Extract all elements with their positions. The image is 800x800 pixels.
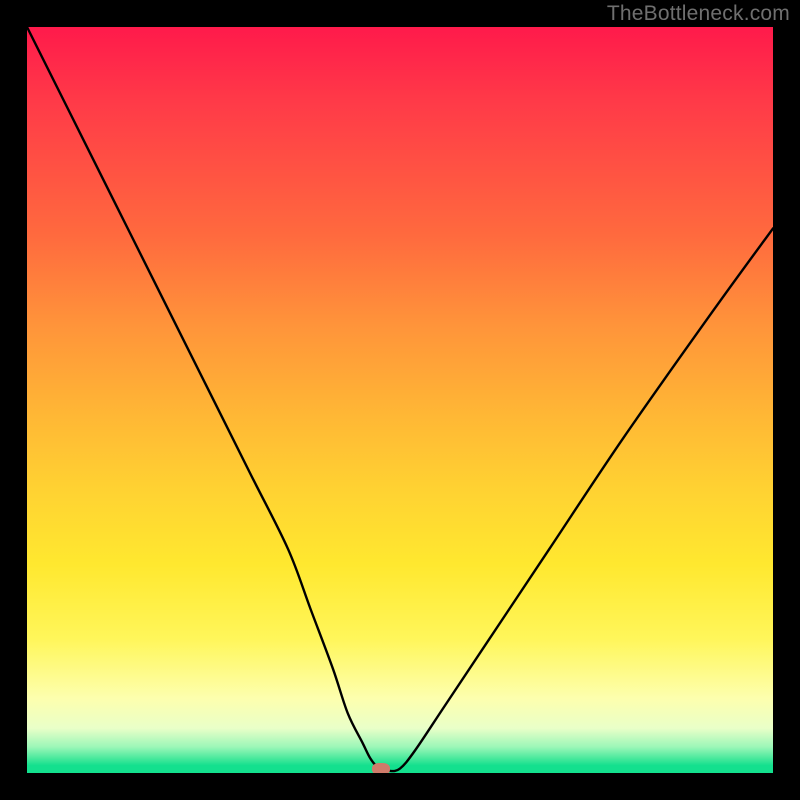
optimal-point-marker [372,763,390,773]
chart-frame: TheBottleneck.com [0,0,800,800]
background-gradient [27,27,773,773]
plot-area [27,27,773,773]
watermark-text: TheBottleneck.com [607,2,790,26]
